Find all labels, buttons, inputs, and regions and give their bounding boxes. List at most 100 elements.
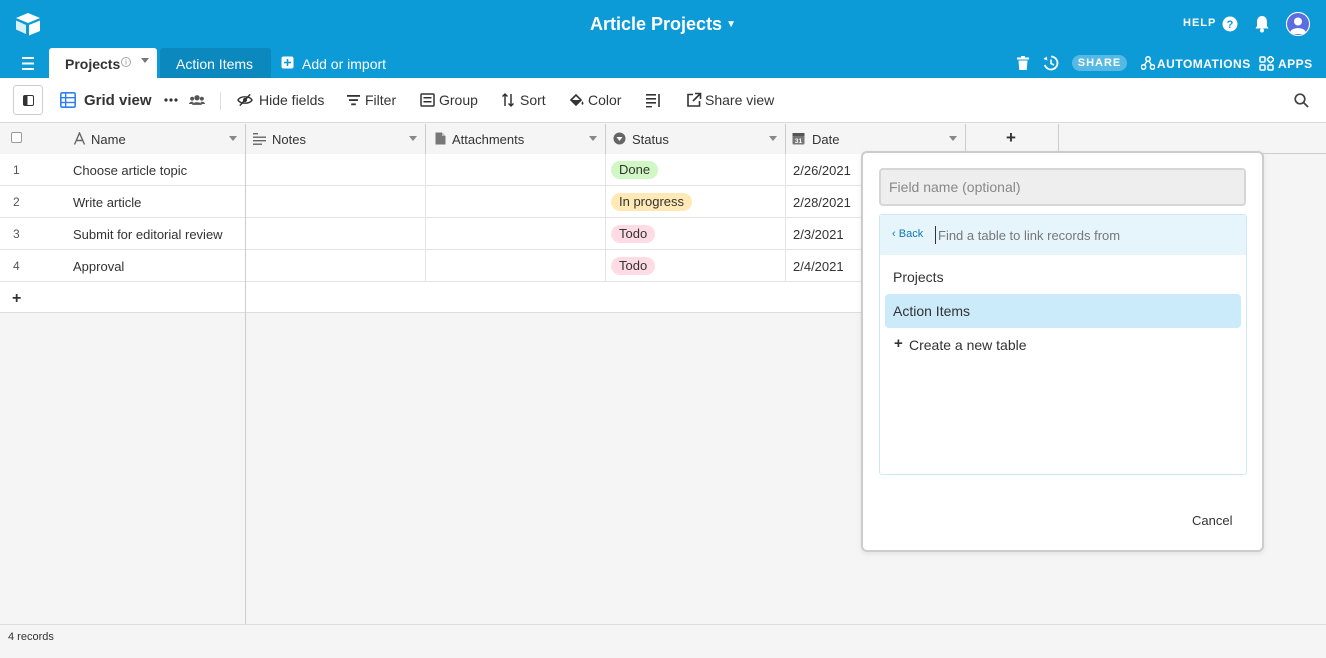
attachments-cell[interactable] bbox=[426, 186, 606, 218]
name-cell[interactable]: 4 Approval bbox=[0, 250, 246, 282]
status-cell[interactable]: Done bbox=[606, 154, 786, 186]
find-table-input[interactable] bbox=[935, 226, 1235, 244]
sidebar-toggle-button[interactable] bbox=[13, 85, 43, 115]
view-toolbar: Grid view Hide fields Filter Group Sort … bbox=[0, 78, 1326, 123]
row-number: 2 bbox=[13, 195, 20, 209]
apps-label: APPS bbox=[1278, 57, 1313, 71]
toolbar-divider bbox=[220, 92, 221, 110]
add-row-label: + bbox=[12, 290, 22, 307]
svg-text:31: 31 bbox=[795, 138, 803, 145]
row-height-icon bbox=[646, 94, 660, 108]
add-row-button[interactable]: + bbox=[0, 282, 246, 313]
table-option-action-items[interactable]: Action Items bbox=[885, 294, 1241, 328]
cancel-button[interactable]: Cancel bbox=[1192, 513, 1232, 528]
column-header-name[interactable]: Name bbox=[0, 124, 246, 154]
date-cell[interactable]: 2/3/2021 bbox=[786, 218, 866, 250]
date-cell[interactable]: 2/4/2021 bbox=[786, 250, 866, 282]
column-label: Status bbox=[632, 132, 669, 147]
date-text: 2/4/2021 bbox=[793, 259, 844, 274]
chevron-down-icon bbox=[409, 136, 417, 141]
chevron-down-icon bbox=[769, 136, 777, 141]
picker-header: ‹ Back bbox=[880, 215, 1246, 255]
grid-header: Name Notes Attachments Status 31 Date + bbox=[0, 124, 1326, 154]
help-icon[interactable]: ? bbox=[1222, 16, 1238, 32]
apps-icon bbox=[1259, 56, 1274, 71]
external-share-icon bbox=[687, 92, 702, 107]
document-icon bbox=[435, 132, 446, 145]
chevron-down-icon[interactable] bbox=[141, 58, 149, 64]
automations-icon bbox=[1141, 56, 1155, 70]
notes-cell[interactable] bbox=[246, 218, 426, 250]
field-name-input[interactable] bbox=[879, 168, 1246, 206]
history-icon[interactable] bbox=[1043, 55, 1059, 71]
create-table-label: Create a new table bbox=[909, 337, 1027, 353]
svg-text:?: ? bbox=[1227, 19, 1234, 31]
add-field-button[interactable]: + bbox=[966, 124, 1059, 154]
column-label: Date bbox=[812, 132, 840, 147]
search-icon[interactable] bbox=[1294, 93, 1309, 108]
select-all-checkbox[interactable] bbox=[11, 132, 22, 143]
notes-cell[interactable] bbox=[246, 186, 426, 218]
grid-footer: 4 records bbox=[0, 624, 1326, 658]
notes-cell[interactable] bbox=[246, 250, 426, 282]
attachments-cell[interactable] bbox=[426, 154, 606, 186]
tab-label: Projects bbox=[65, 56, 121, 72]
info-icon[interactable] bbox=[121, 57, 131, 67]
date-text: 2/3/2021 bbox=[793, 227, 844, 242]
status-cell[interactable]: Todo bbox=[606, 218, 786, 250]
filter-label: Filter bbox=[365, 92, 397, 108]
status-pill: Todo bbox=[611, 257, 656, 275]
sidebar-toggle-icon bbox=[23, 95, 34, 106]
option-label: Action Items bbox=[893, 303, 971, 319]
status-cell[interactable]: Todo bbox=[606, 250, 786, 282]
plus-square-icon bbox=[281, 56, 294, 69]
option-label: Projects bbox=[893, 269, 944, 285]
trash-icon[interactable] bbox=[1017, 56, 1029, 70]
table-picker: ‹ Back Projects Action Items + Create a … bbox=[879, 214, 1247, 475]
name-cell[interactable]: 2 Write article bbox=[0, 186, 246, 218]
share-view-label: Share view bbox=[705, 92, 775, 108]
notification-bell-icon[interactable] bbox=[1254, 15, 1270, 33]
automations-label: AUTOMATIONS bbox=[1157, 57, 1251, 71]
sort-icon bbox=[501, 92, 515, 108]
back-button[interactable]: ‹ Back bbox=[892, 228, 923, 240]
name-cell[interactable]: 3 Submit for editorial review bbox=[0, 218, 246, 250]
eye-slash-icon bbox=[237, 93, 253, 107]
add-field-popup: ‹ Back Projects Action Items + Create a … bbox=[861, 151, 1264, 552]
attachments-cell[interactable] bbox=[426, 250, 606, 282]
column-header-attachments[interactable]: Attachments bbox=[426, 124, 606, 154]
date-text: 2/26/2021 bbox=[793, 163, 851, 178]
add-or-import-label: Add or import bbox=[302, 56, 387, 72]
plus-icon: + bbox=[894, 335, 903, 352]
column-header-status[interactable]: Status bbox=[606, 124, 786, 154]
long-text-icon bbox=[253, 133, 266, 145]
base-title[interactable]: Article Projects ▼ bbox=[0, 14, 1326, 35]
attachments-cell[interactable] bbox=[426, 218, 606, 250]
share-button[interactable]: SHARE bbox=[1072, 55, 1127, 71]
date-cell[interactable]: 2/28/2021 bbox=[786, 186, 866, 218]
user-avatar[interactable] bbox=[1286, 12, 1310, 36]
chevron-down-icon bbox=[949, 136, 957, 141]
notes-cell[interactable] bbox=[246, 154, 426, 186]
status-pill: In progress bbox=[611, 193, 693, 211]
chevron-down-icon bbox=[229, 136, 237, 141]
top-bar: Article Projects ▼ HELP ? bbox=[0, 0, 1326, 48]
column-header-notes[interactable]: Notes bbox=[246, 124, 426, 154]
status-cell[interactable]: In progress bbox=[606, 186, 786, 218]
tables-bar: Projects Action Items Add or import bbox=[0, 48, 1326, 78]
hamburger-menu-icon[interactable] bbox=[20, 57, 36, 70]
grid-view-icon bbox=[60, 92, 76, 108]
tab-projects[interactable]: Projects bbox=[49, 48, 157, 78]
add-row-area[interactable] bbox=[246, 282, 866, 313]
add-field-label: + bbox=[1006, 128, 1016, 147]
name-cell[interactable]: 1 Choose article topic bbox=[0, 154, 246, 186]
date-cell[interactable]: 2/26/2021 bbox=[786, 154, 866, 186]
calendar-icon: 31 bbox=[792, 133, 805, 145]
help-link[interactable]: HELP bbox=[1183, 17, 1216, 29]
view-name: Grid view bbox=[84, 92, 152, 109]
create-new-table-option[interactable]: + Create a new table bbox=[885, 328, 1241, 362]
table-option-projects[interactable]: Projects bbox=[885, 260, 1241, 294]
tab-action-items[interactable]: Action Items bbox=[160, 48, 271, 78]
name-text: Write article bbox=[73, 195, 142, 210]
column-header-date[interactable]: 31 Date bbox=[786, 124, 966, 154]
